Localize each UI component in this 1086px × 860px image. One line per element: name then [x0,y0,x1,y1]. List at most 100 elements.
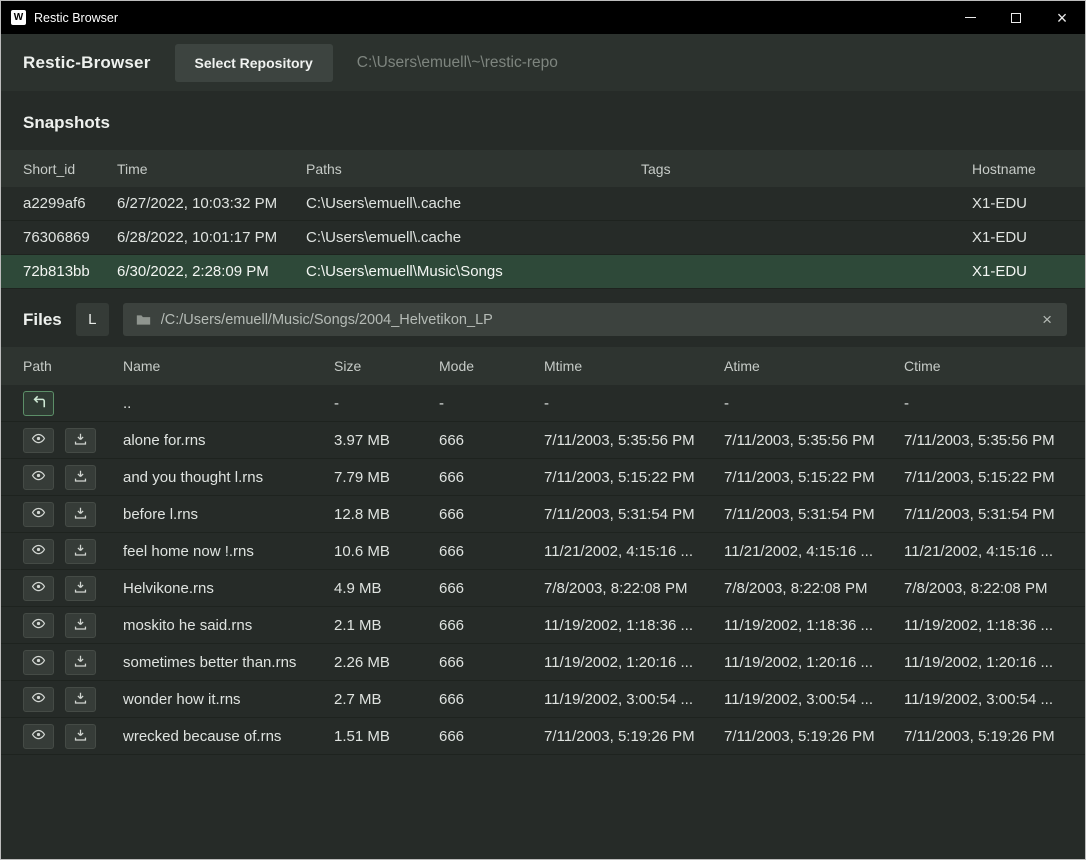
file-ctime: 11/19/2002, 3:00:54 ... [904,691,1085,708]
file-ctime: 7/11/2003, 5:19:26 PM [904,728,1085,745]
eye-icon [30,653,47,671]
file-name: wonder how it.rns [123,691,334,708]
preview-file-button[interactable] [23,724,54,749]
maximize-icon [1011,13,1021,23]
download-file-button[interactable] [65,502,96,527]
file-mode: 666 [439,654,544,671]
file-row[interactable]: wrecked because of.rns 1.51 MB 666 7/11/… [1,718,1085,755]
column-header-mtime: Mtime [544,358,724,374]
file-mtime: - [544,395,724,412]
eye-icon [30,468,47,486]
close-button[interactable]: × [1039,1,1085,34]
file-mode: 666 [439,580,544,597]
file-name: .. [123,395,334,412]
file-mode: 666 [439,617,544,634]
file-row[interactable]: moskito he said.rns 2.1 MB 666 11/19/200… [1,607,1085,644]
titlebar: W Restic Browser × [1,1,1085,34]
files-section-title: Files [23,310,62,330]
file-atime: 11/19/2002, 1:18:36 ... [724,617,904,634]
clear-path-icon: × [1042,310,1052,329]
snapshot-time: 6/28/2022, 10:01:17 PM [117,229,306,246]
file-atime: 11/21/2002, 4:15:16 ... [724,543,904,560]
column-header-mode: Mode [439,358,544,374]
file-row[interactable]: sometimes better than.rns 2.26 MB 666 11… [1,644,1085,681]
file-row[interactable]: Helvikone.rns 4.9 MB 666 7/8/2003, 8:22:… [1,570,1085,607]
file-name: sometimes better than.rns [123,654,334,671]
download-icon [73,728,88,745]
snapshot-short-id: 72b813bb [23,263,117,280]
download-icon [73,506,88,523]
select-repository-button[interactable]: Select Repository [175,44,333,82]
file-size: 3.97 MB [334,432,439,449]
snapshots-section-title: Snapshots [1,91,1085,150]
files-table-header: Path Name Size Mode Mtime Atime Ctime [1,347,1085,385]
file-size: - [334,395,439,412]
file-ctime: 7/11/2003, 5:35:56 PM [904,432,1085,449]
files-table-body: .. - - - - - [1,385,1085,755]
preview-file-button[interactable] [23,428,54,453]
app-header: Restic-Browser Select Repository C:\User… [1,34,1085,91]
folder-icon [136,314,151,326]
maximize-button[interactable] [993,1,1039,34]
list-mode-button[interactable]: L [76,303,109,336]
preview-file-button[interactable] [23,650,54,675]
snapshots-table-body: a2299af6 6/27/2022, 10:03:32 PM C:\Users… [1,187,1085,289]
parent-directory-row[interactable]: .. - - - - - [1,385,1085,422]
minimize-button[interactable] [947,1,993,34]
download-file-button[interactable] [65,724,96,749]
download-file-button[interactable] [65,650,96,675]
file-mode: 666 [439,728,544,745]
eye-icon [30,431,47,449]
preview-file-button[interactable] [23,465,54,490]
file-ctime: 11/19/2002, 1:18:36 ... [904,617,1085,634]
file-atime: 7/8/2003, 8:22:08 PM [724,580,904,597]
snapshot-hostname: X1-EDU [972,263,1085,280]
snapshot-row[interactable]: a2299af6 6/27/2022, 10:03:32 PM C:\Users… [1,187,1085,221]
file-mtime: 7/11/2003, 5:15:22 PM [544,469,724,486]
preview-file-button[interactable] [23,613,54,638]
file-name: Helvikone.rns [123,580,334,597]
column-header-ctime: Ctime [904,358,1085,374]
preview-file-button[interactable] [23,576,54,601]
file-mode: 666 [439,543,544,560]
snapshot-hostname: X1-EDU [972,229,1085,246]
file-row[interactable]: feel home now !.rns 10.6 MB 666 11/21/20… [1,533,1085,570]
file-size: 2.26 MB [334,654,439,671]
download-file-button[interactable] [65,539,96,564]
preview-file-button[interactable] [23,539,54,564]
eye-icon [30,579,47,597]
download-file-button[interactable] [65,465,96,490]
up-arrow-icon [31,395,47,412]
repository-path: C:\Users\emuell\~\restic-repo [357,54,558,72]
file-row[interactable]: before l.rns 12.8 MB 666 7/11/2003, 5:31… [1,496,1085,533]
eye-icon [30,616,47,634]
preview-file-button[interactable] [23,687,54,712]
snapshots-table: Short_id Time Paths Tags Hostname a2299a… [1,150,1085,289]
snapshot-row[interactable]: 76306869 6/28/2022, 10:01:17 PM C:\Users… [1,221,1085,255]
download-file-button[interactable] [65,687,96,712]
snapshot-short-id: 76306869 [23,229,117,246]
download-icon [73,654,88,671]
file-row[interactable]: wonder how it.rns 2.7 MB 666 11/19/2002,… [1,681,1085,718]
clear-path-button[interactable]: × [1040,311,1054,328]
file-mtime: 11/19/2002, 1:18:36 ... [544,617,724,634]
file-row[interactable]: and you thought l.rns 7.79 MB 666 7/11/2… [1,459,1085,496]
go-up-button[interactable] [23,391,54,416]
files-table: Path Name Size Mode Mtime Atime Ctime ..… [1,347,1085,755]
download-file-button[interactable] [65,613,96,638]
file-atime: 7/11/2003, 5:31:54 PM [724,506,904,523]
app-name: Restic-Browser [23,53,151,73]
minimize-icon [965,17,976,18]
download-file-button[interactable] [65,428,96,453]
close-icon: × [1057,9,1068,27]
file-size: 4.9 MB [334,580,439,597]
preview-file-button[interactable] [23,502,54,527]
snapshot-row[interactable]: 72b813bb 6/30/2022, 2:28:09 PM C:\Users\… [1,255,1085,289]
files-bar: Files L /C:/Users/emuell/Music/Songs/200… [1,294,1085,347]
file-atime: 11/19/2002, 3:00:54 ... [724,691,904,708]
file-mtime: 7/11/2003, 5:19:26 PM [544,728,724,745]
file-row[interactable]: alone for.rns 3.97 MB 666 7/11/2003, 5:3… [1,422,1085,459]
download-file-button[interactable] [65,576,96,601]
eye-icon [30,505,47,523]
file-mtime: 7/8/2003, 8:22:08 PM [544,580,724,597]
